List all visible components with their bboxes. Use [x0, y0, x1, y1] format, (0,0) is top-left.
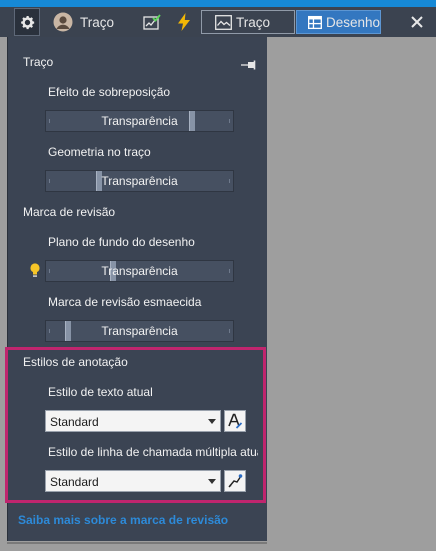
- checked-chart-icon: [143, 14, 161, 30]
- trace-icon: [215, 14, 232, 30]
- close-button[interactable]: [405, 7, 429, 37]
- slider-tick: [49, 269, 50, 273]
- geometry-slider[interactable]: Transparência: [45, 170, 234, 192]
- slider-tick: [49, 119, 50, 123]
- background-visibility-toggle[interactable]: [30, 263, 40, 278]
- pin-button[interactable]: [241, 58, 257, 70]
- slider-tick: [49, 329, 50, 333]
- lightning-icon: [178, 13, 190, 31]
- annotation-styles-highlight: [5, 347, 266, 503]
- faded-revision-slider[interactable]: Transparência: [45, 320, 234, 342]
- drawing-background-label: Plano de fundo do desenho: [48, 235, 195, 249]
- overlay-effect-label: Efeito de sobreposição: [48, 85, 171, 99]
- drawing-background-slider[interactable]: Transparência: [45, 260, 234, 282]
- slider-tick: [49, 179, 50, 183]
- pin-icon: [241, 60, 256, 70]
- panel-title: Traço: [23, 55, 54, 69]
- tab-drawing[interactable]: Desenho: [296, 10, 381, 34]
- geometry-slider-text: Transparência: [101, 174, 178, 188]
- settings-button[interactable]: [14, 8, 40, 36]
- tab-trace[interactable]: Traço: [201, 10, 295, 34]
- panel-bottom-divider: [7, 542, 267, 544]
- trace-toolbar: Traço Traço Desenho: [0, 7, 436, 37]
- trace-check-button[interactable]: [141, 7, 163, 37]
- learn-more-link[interactable]: Saiba mais sobre a marca de revisão: [18, 513, 228, 527]
- user-avatar[interactable]: [52, 7, 74, 37]
- slider-tick: [229, 329, 230, 333]
- user-avatar-icon: [53, 12, 73, 32]
- window-accent-strip: [0, 0, 436, 7]
- overlay-effect-slider-text: Transparência: [101, 114, 178, 128]
- flash-button[interactable]: [174, 7, 194, 37]
- slider-thumb[interactable]: [96, 171, 102, 191]
- lightbulb-icon: [30, 263, 40, 277]
- grid-icon: [308, 15, 322, 29]
- drawing-background-slider-text: Transparência: [101, 264, 178, 278]
- geometry-label: Geometria no traço: [48, 145, 151, 159]
- faded-revision-slider-text: Transparência: [101, 324, 178, 338]
- faded-revision-label: Marca de revisão esmaecida: [48, 295, 202, 309]
- close-icon: [411, 16, 423, 28]
- slider-thumb[interactable]: [65, 321, 71, 341]
- tab-drawing-label: Desenho: [325, 14, 380, 30]
- slider-thumb[interactable]: [110, 261, 116, 281]
- slider-tick: [229, 269, 230, 273]
- slider-tick: [229, 179, 230, 183]
- user-trace-label[interactable]: Traço: [80, 7, 114, 37]
- slider-tick: [229, 119, 230, 123]
- slider-thumb[interactable]: [189, 111, 195, 131]
- tab-trace-label: Traço: [236, 14, 271, 30]
- overlay-effect-slider[interactable]: Transparência: [45, 110, 234, 132]
- revision-section-title: Marca de revisão: [23, 205, 116, 219]
- gear-icon: [20, 15, 34, 29]
